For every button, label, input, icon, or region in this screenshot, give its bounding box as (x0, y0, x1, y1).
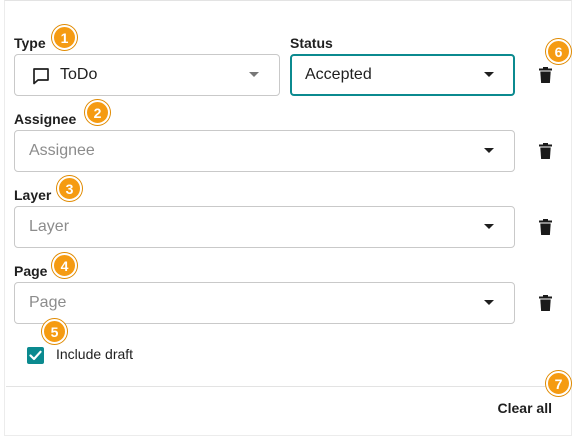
chevron-down-icon (484, 300, 494, 305)
assignee-placeholder: Assignee (29, 142, 95, 159)
annotation-badge: 2 (85, 100, 110, 125)
divider (6, 386, 570, 387)
chevron-down-icon (484, 72, 494, 77)
annotation-badge: 5 (42, 319, 67, 344)
layer-label: Layer (14, 187, 52, 203)
delete-layer-trash-icon[interactable] (537, 218, 553, 236)
chevron-down-icon (249, 72, 259, 77)
annotation-badge: 3 (57, 176, 82, 201)
chevron-down-icon (484, 224, 494, 229)
page-label: Page (14, 263, 48, 279)
type-label: Type (14, 35, 46, 51)
page-select[interactable]: Page (14, 282, 515, 324)
checkmark-icon (29, 350, 42, 361)
status-label: Status (290, 35, 333, 51)
status-value: Accepted (305, 66, 372, 83)
include-draft-checkbox[interactable] (27, 347, 44, 364)
annotation-badge: 7 (546, 371, 571, 396)
page-placeholder: Page (29, 294, 67, 311)
assignee-label: Assignee (14, 111, 77, 127)
layer-select[interactable]: Layer (14, 206, 515, 248)
status-select[interactable]: Accepted (290, 54, 515, 96)
delete-assignee-trash-icon[interactable] (537, 142, 553, 160)
chevron-down-icon (484, 148, 494, 153)
comment-icon (31, 66, 51, 86)
type-select[interactable]: ToDo (14, 54, 280, 96)
delete-page-trash-icon[interactable] (537, 294, 553, 312)
annotation-badge: 4 (52, 253, 77, 278)
include-draft-label[interactable]: Include draft (56, 346, 133, 362)
annotation-badge: 6 (546, 39, 571, 64)
assignee-select[interactable]: Assignee (14, 130, 515, 172)
type-value: ToDo (60, 66, 98, 83)
delete-status-trash-icon[interactable] (537, 66, 553, 84)
clear-all-button[interactable]: Clear all (498, 400, 552, 416)
layer-placeholder: Layer (29, 218, 70, 235)
annotation-badge: 1 (52, 25, 77, 50)
